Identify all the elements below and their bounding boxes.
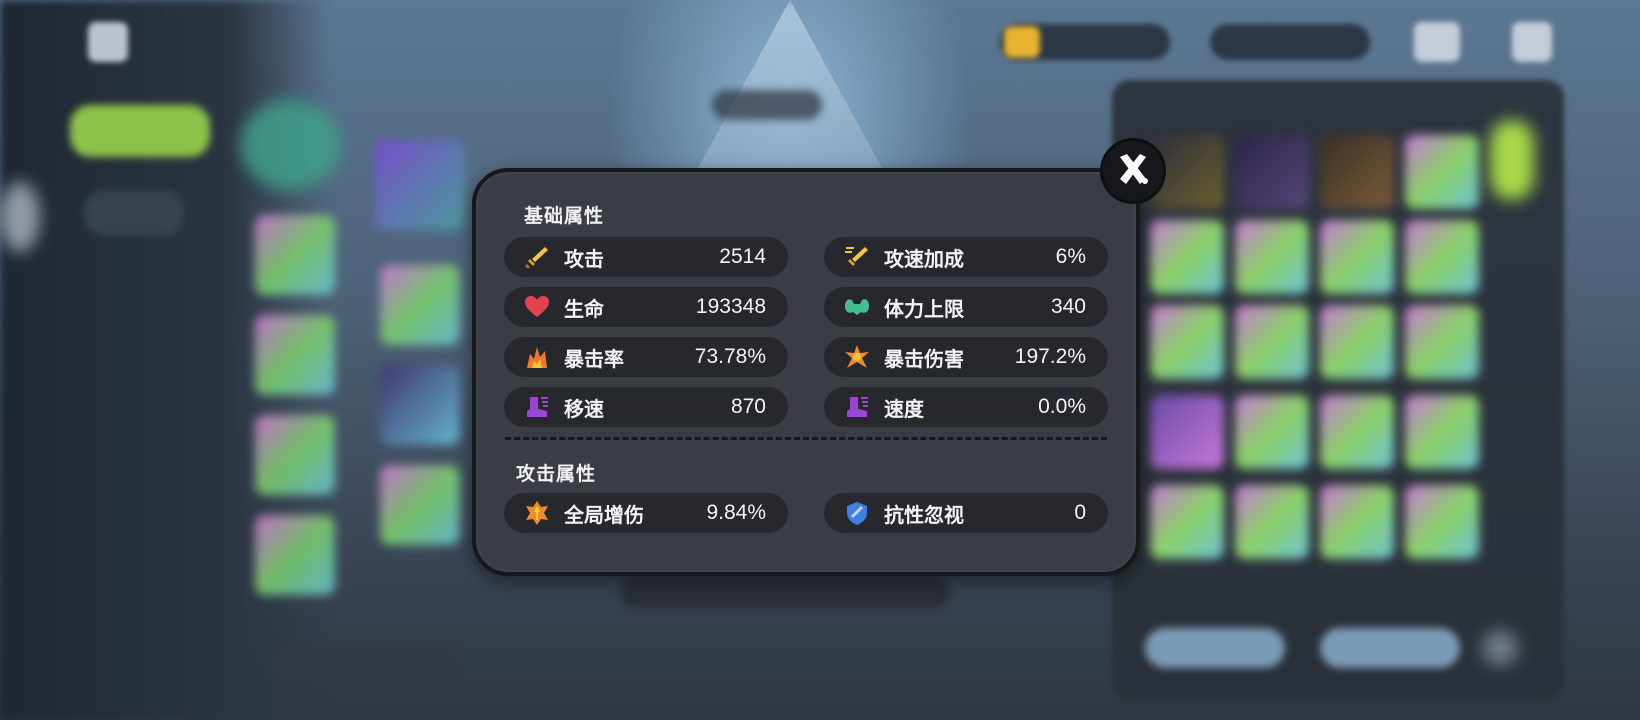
stat-label: 暴击伤害	[884, 346, 964, 371]
inventory-slot[interactable]	[1320, 485, 1394, 559]
inventory-action-button[interactable]	[1145, 628, 1285, 668]
stat-value: 340	[1050, 295, 1086, 318]
stat-label: 攻击	[564, 246, 604, 271]
stat-label: 抗性忽视	[884, 502, 964, 527]
inventory-action-button[interactable]	[1320, 628, 1460, 668]
stat-label: 攻速加成	[884, 246, 964, 271]
stat-label: 全局增伤	[564, 502, 644, 527]
secondary-tab[interactable]	[84, 190, 184, 236]
close-button[interactable]	[1100, 138, 1166, 204]
section-title-attack: 攻击属性	[516, 463, 597, 485]
equip-tab[interactable]	[70, 105, 210, 157]
gem-item[interactable]	[240, 100, 340, 190]
stat-crit-damage: 暴击伤害 197.2%	[824, 337, 1108, 377]
gear-slot[interactable]	[375, 140, 465, 230]
center-label	[712, 90, 822, 120]
crit-damage-icon	[842, 342, 872, 372]
fast-sword-icon	[842, 242, 872, 272]
inventory-slot[interactable]	[1320, 220, 1394, 294]
inventory-slot[interactable]	[1405, 395, 1479, 469]
stat-value: 2514	[719, 245, 766, 268]
profile-button[interactable]	[88, 22, 128, 62]
home-button[interactable]	[1414, 22, 1460, 62]
energy-counter	[1210, 24, 1370, 60]
bottom-stat-strip	[620, 578, 950, 608]
shield-pierce-icon	[842, 498, 872, 528]
stat-value: 0	[1074, 501, 1086, 524]
heart-icon	[522, 292, 552, 322]
side-handle[interactable]	[0, 182, 40, 252]
gear-slot[interactable]	[255, 515, 335, 595]
stat-resist-ignore: 抗性忽视 0	[824, 493, 1108, 533]
stat-attack-speed: 攻速加成 6%	[824, 237, 1108, 277]
crit-burst-icon	[522, 342, 552, 372]
stat-crit-rate: 暴击率 73.78%	[504, 337, 788, 377]
stat-health: 生命 193348	[504, 287, 788, 327]
inventory-slot[interactable]	[1150, 220, 1224, 294]
muscle-icon	[842, 292, 872, 322]
sword-icon	[522, 242, 552, 272]
section-divider	[505, 437, 1107, 440]
stat-move-speed: 移速 870	[504, 387, 788, 427]
stat-speed: 速度 0.0%	[824, 387, 1108, 427]
gear-slot[interactable]	[255, 315, 335, 395]
damage-boost-icon	[522, 498, 552, 528]
section-title-basic: 基础属性	[524, 205, 605, 227]
gear-slot[interactable]	[255, 215, 335, 295]
inventory-slot[interactable]	[1320, 135, 1394, 209]
inventory-slot[interactable]	[1405, 220, 1479, 294]
inventory-slot[interactable]	[1150, 485, 1224, 559]
inventory-slot[interactable]	[1150, 305, 1224, 379]
back-button[interactable]	[1512, 22, 1552, 62]
inventory-slot[interactable]	[1405, 305, 1479, 379]
boot-icon	[522, 392, 552, 422]
inventory-slot[interactable]	[1235, 220, 1309, 294]
inventory-slot[interactable]	[1235, 135, 1309, 209]
gear-slot[interactable]	[380, 365, 460, 445]
stat-value: 0.0%	[1038, 395, 1086, 418]
gear-slot[interactable]	[255, 415, 335, 495]
coin-icon	[1004, 26, 1040, 58]
stat-global-damage: 全局增伤 9.84%	[504, 493, 788, 533]
inventory-slot[interactable]	[1405, 135, 1479, 209]
stat-label: 速度	[884, 396, 924, 421]
inventory-slot[interactable]	[1150, 395, 1224, 469]
gear-slot[interactable]	[380, 465, 460, 545]
boot-speed-icon	[842, 392, 872, 422]
settings-icon[interactable]	[1482, 630, 1518, 666]
stat-label: 移速	[564, 396, 604, 421]
stat-value: 193348	[695, 295, 766, 318]
stat-value: 9.84%	[706, 501, 766, 524]
inventory-slot[interactable]	[1405, 485, 1479, 559]
stat-value: 870	[730, 395, 766, 418]
stat-value: 6%	[1055, 245, 1086, 268]
inventory-filter-tab[interactable]	[1490, 120, 1534, 200]
close-icon	[1113, 149, 1153, 193]
inventory-slot[interactable]	[1235, 395, 1309, 469]
inventory-slot[interactable]	[1320, 305, 1394, 379]
inventory-slot[interactable]	[1320, 395, 1394, 469]
stat-label: 暴击率	[564, 346, 624, 371]
stat-label: 生命	[564, 296, 604, 321]
stat-value: 197.2%	[1014, 345, 1086, 368]
inventory-slot[interactable]	[1235, 305, 1309, 379]
bottom-tab-bar[interactable]	[268, 648, 458, 682]
stat-stamina-cap: 体力上限 340	[824, 287, 1108, 327]
stat-label: 体力上限	[884, 296, 964, 321]
stat-attack: 攻击 2514	[504, 237, 788, 277]
stat-value: 73.78%	[694, 345, 766, 368]
inventory-slot[interactable]	[1235, 485, 1309, 559]
gear-slot[interactable]	[380, 265, 460, 345]
